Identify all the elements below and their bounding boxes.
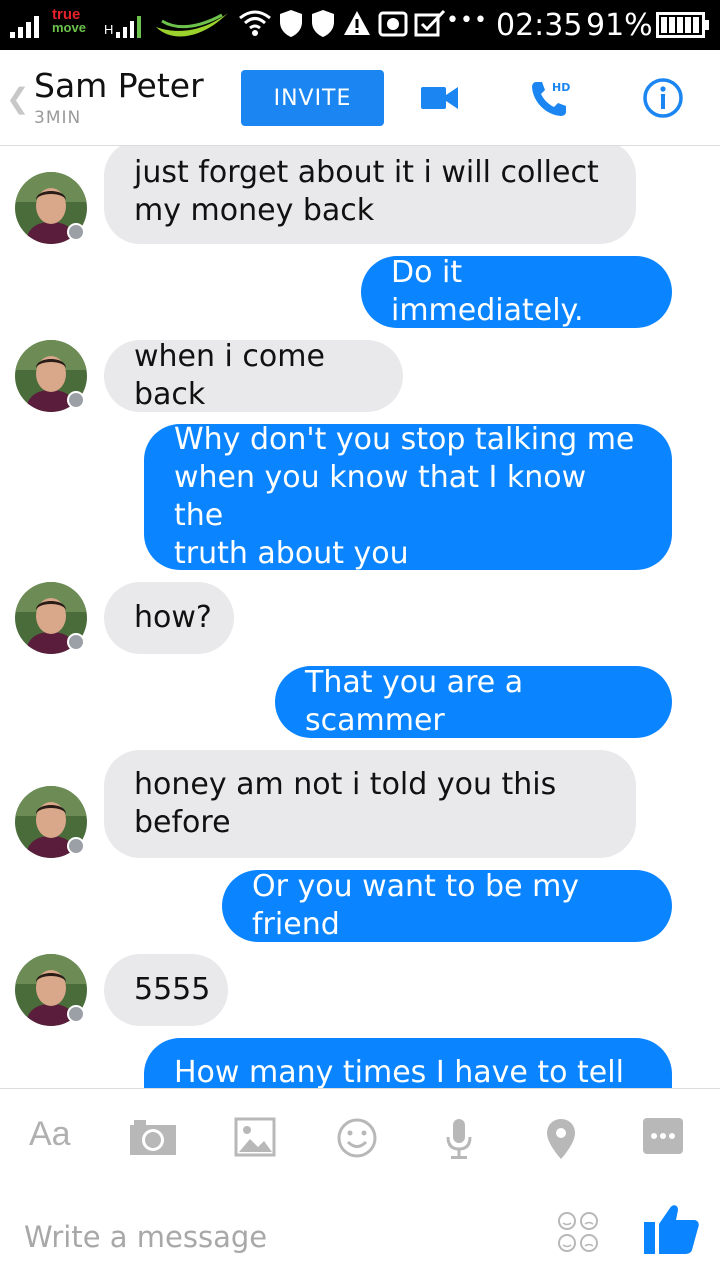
message-line: before: [134, 805, 231, 840]
message-line: truth about you: [174, 536, 409, 571]
incoming-message[interactable]: when i come back: [104, 339, 403, 412]
battery-percent: 91%: [586, 8, 653, 43]
incoming-message[interactable]: how?: [104, 582, 234, 654]
signal-icon: [116, 16, 141, 38]
info-icon[interactable]: [642, 77, 684, 119]
carrier-logo: true move: [52, 7, 86, 35]
more-notifications-icon: •••: [446, 8, 488, 33]
incoming-message[interactable]: 5555: [104, 954, 228, 1026]
message-line: That you are a scammer: [305, 665, 524, 738]
chat-header: ❮ Sam Peter 3MIN INVITE HD: [0, 50, 720, 146]
camera-icon[interactable]: [128, 1117, 178, 1157]
outgoing-message[interactable]: That you are a scammer: [275, 665, 672, 738]
message-line: just forget about it i will collect: [134, 155, 599, 190]
outgoing-message[interactable]: Do it immediately.: [361, 255, 672, 328]
avatar[interactable]: [15, 954, 88, 1027]
signal-icon: [10, 16, 39, 38]
carrier-line2: move: [52, 20, 86, 35]
message-line: Why don't you stop talking me: [174, 422, 635, 457]
clock: 02:35: [496, 8, 583, 43]
outgoing-message[interactable]: How many times I have to tell: [144, 1038, 672, 1088]
message-text: Why don't you stop talking me when you k…: [174, 421, 642, 573]
message-line: Do it immediately.: [391, 255, 584, 328]
message-text: honey am not i told you this before: [134, 766, 556, 842]
message-input[interactable]: [24, 1215, 524, 1259]
active-status: 3MIN: [34, 108, 82, 128]
composer: Aa: [0, 1088, 720, 1280]
message-line: when i come back: [134, 339, 325, 412]
location-icon[interactable]: [545, 1117, 577, 1161]
back-chevron-icon[interactable]: ❮: [6, 82, 29, 115]
warning-icon: [344, 11, 370, 35]
avatar[interactable]: [15, 786, 88, 859]
shield-icon: [280, 10, 302, 37]
wifi-icon: [239, 10, 271, 36]
incoming-message[interactable]: honey am not i told you this before: [104, 750, 636, 858]
network-type: H: [104, 22, 114, 37]
message-line: my money back: [134, 193, 375, 228]
swoosh-icon: [156, 13, 228, 37]
outgoing-message[interactable]: Why don't you stop talking me when you k…: [144, 421, 672, 573]
message-line: Or you want to be my friend: [252, 869, 580, 942]
text-format-button[interactable]: Aa: [29, 1115, 71, 1154]
image-icon[interactable]: [234, 1117, 276, 1157]
more-icon[interactable]: [642, 1117, 684, 1155]
message-list[interactable]: just forget about it i will collect my m…: [0, 146, 720, 1088]
hd-badge: HD: [552, 81, 570, 94]
shield-icon: [312, 10, 334, 37]
video-call-icon[interactable]: [421, 85, 459, 111]
thumbs-up-icon[interactable]: [642, 1200, 700, 1256]
emoji-icon[interactable]: [336, 1117, 378, 1159]
message-line: how?: [134, 600, 212, 635]
message-line: when you know that I know the: [174, 460, 587, 533]
avatar[interactable]: [15, 340, 88, 413]
status-bar: true move H ••• 02:35 91%: [0, 0, 720, 50]
status-icons: [238, 8, 446, 38]
battery-icon: [656, 12, 709, 38]
invite-button[interactable]: INVITE: [241, 70, 384, 126]
message-line: How many times I have to tell: [174, 1055, 624, 1088]
message-line: 5555: [134, 972, 211, 1007]
camera-icon: [378, 11, 408, 37]
contact-name[interactable]: Sam Peter: [34, 66, 204, 105]
microphone-icon[interactable]: [444, 1117, 474, 1161]
outgoing-message[interactable]: Or you want to be my friend: [222, 869, 672, 942]
phone-call-icon[interactable]: HD: [530, 78, 574, 120]
avatar[interactable]: [15, 582, 88, 655]
task-icon: [414, 9, 446, 37]
message-line: honey am not i told you this: [134, 767, 557, 802]
incoming-message[interactable]: just forget about it i will collect my m…: [104, 146, 636, 244]
sticker-icon[interactable]: [556, 1210, 600, 1254]
avatar[interactable]: [15, 172, 88, 245]
message-text: just forget about it i will collect my m…: [134, 154, 599, 230]
